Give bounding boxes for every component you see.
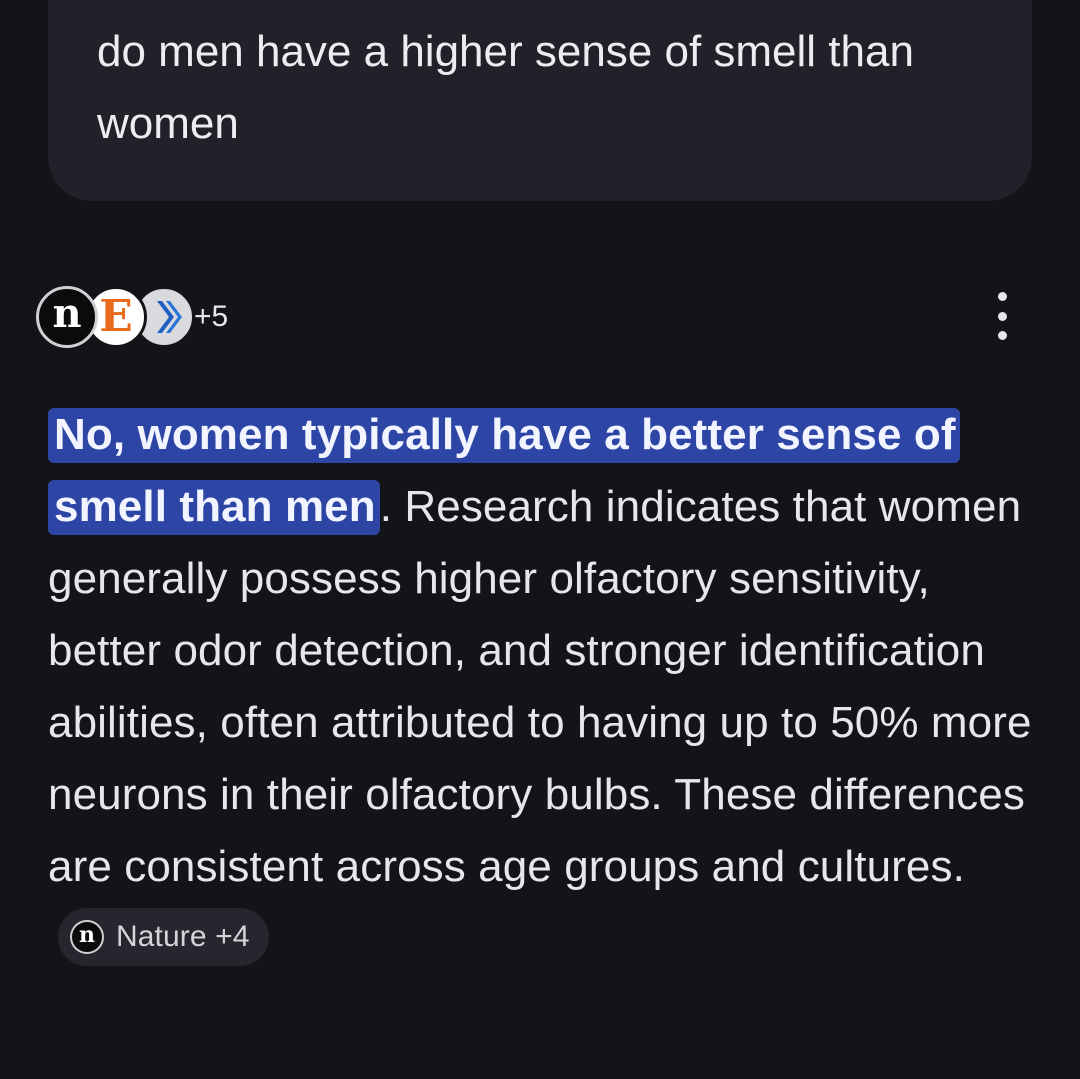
query-bubble[interactable]: do men have a higher sense of smell than… [48,0,1032,201]
nature-chip-icon: n [70,920,104,955]
more-vert-icon [997,292,1007,301]
query-text: do men have a higher sense of smell than… [97,27,914,148]
sources-row[interactable]: n E +5 [36,286,1046,352]
more-options-button[interactable] [992,292,1012,340]
nature-favicon-icon: n [36,286,98,348]
answer-text: No, women typically have a better sense … [48,399,1048,975]
citation-chip[interactable]: n Nature +4 [58,908,270,967]
more-sources-count[interactable]: +5 [194,300,228,334]
answer-body: . Research indicates that women generall… [48,482,1032,891]
citation-label: Nature +4 [116,920,250,954]
